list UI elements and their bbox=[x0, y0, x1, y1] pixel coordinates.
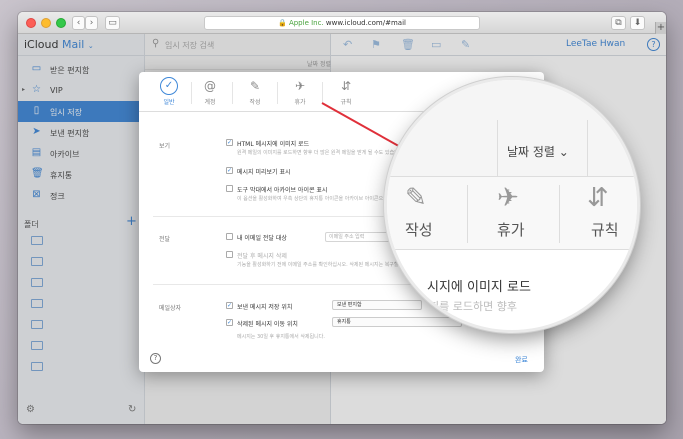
compose-icon: ✎ bbox=[405, 183, 427, 213]
at-icon: @ bbox=[204, 79, 216, 93]
tab-label: 규칙 bbox=[340, 99, 352, 106]
move-deleted-label: 삭제된 메시지 이동 위치 bbox=[237, 321, 298, 328]
tab-label: 작성 bbox=[249, 99, 261, 106]
magnified-hint-text: 지를 로드하면 향후 bbox=[429, 300, 517, 313]
forwarding-section-label: 전달 bbox=[159, 236, 171, 243]
tab-divider bbox=[232, 82, 233, 104]
tab-divider bbox=[277, 82, 278, 104]
done-button[interactable]: 완료 bbox=[515, 355, 528, 365]
magnified-sort-area: 날짜 정렬 ⌄ bbox=[387, 80, 637, 177]
share-icon[interactable]: ⧉ bbox=[611, 16, 626, 30]
archive-icon-checkbox[interactable] bbox=[226, 185, 233, 192]
zoom-window-button[interactable] bbox=[56, 18, 66, 28]
magnified-tab-rules: 규칙 bbox=[591, 221, 619, 239]
magnified-option-text: 시지에 이미지 로드 bbox=[427, 280, 531, 295]
archive-icon-hint: 이 옵션을 활성화하여 우측 상단의 휴지통 아이콘을 아카이브 아이콘으로 바… bbox=[237, 196, 410, 202]
tab-composing[interactable]: ✎ 작성 bbox=[235, 77, 275, 109]
divider bbox=[587, 120, 588, 177]
lock-icon: 🔒 bbox=[278, 19, 287, 27]
divider bbox=[497, 120, 498, 177]
rules-icon: ⇵ bbox=[587, 183, 609, 213]
magnified-tab-vacation: 휴가 bbox=[497, 221, 525, 239]
load-images-hint: 원격 메일의 이미지를 로드하면 향후 더 많은 원격 메일을 받게 될 수도 … bbox=[237, 150, 405, 156]
mailbox-section-label: 메일상자 bbox=[159, 305, 182, 312]
tab-accounts[interactable]: @ 계정 bbox=[190, 77, 230, 109]
delete-after-forward-checkbox[interactable] bbox=[226, 251, 233, 258]
minimize-window-button[interactable] bbox=[41, 18, 51, 28]
load-images-checkbox[interactable]: ✓ bbox=[226, 139, 233, 146]
address-bar[interactable]: 🔒 Apple Inc. www.icloud.com/#mail bbox=[204, 16, 480, 30]
move-deleted-select[interactable]: 휴지통 bbox=[332, 317, 462, 327]
tab-general[interactable]: ✓ 일반 bbox=[149, 77, 189, 109]
tab-label: 계정 bbox=[204, 99, 216, 106]
tab-label: 일반 bbox=[163, 99, 175, 106]
forward-label: 내 이메일 전달 대상 bbox=[237, 235, 287, 242]
delete-after-forward-hint: 기능을 활성화하기 전에 이메일 주소를 확인하십시오. 삭제된 메시지는 복구… bbox=[237, 262, 427, 268]
compose-icon: ✎ bbox=[249, 79, 261, 93]
magnified-sort-label: 날짜 정렬 ⌄ bbox=[507, 145, 569, 159]
help-icon[interactable]: ? bbox=[150, 353, 161, 364]
viewing-section-label: 보기 bbox=[159, 143, 171, 150]
tab-rules[interactable]: ⇵ 규칙 bbox=[326, 77, 366, 109]
mailbox-hint: 메시지는 30일 후 휴지통에서 삭제됩니다. bbox=[237, 334, 325, 340]
forward-button[interactable]: › bbox=[85, 16, 98, 30]
save-sent-checkbox[interactable]: ✓ bbox=[226, 302, 233, 309]
url-organization: Apple Inc. bbox=[288, 19, 324, 27]
tab-divider bbox=[322, 82, 323, 104]
show-preview-label: 메시지 미리보기 표시 bbox=[237, 169, 291, 176]
tab-label: 휴가 bbox=[294, 99, 306, 106]
archive-icon-label: 도구 막대에서 아카이브 아이콘 표시 bbox=[237, 187, 328, 194]
close-window-button[interactable] bbox=[26, 18, 36, 28]
magnifier-callout: 날짜 정렬 ⌄ ✎ 작성 ✈ 휴가 ⇵ 규칙 시지에 이미지 로드 지를 로드하… bbox=[387, 80, 637, 330]
divider bbox=[559, 185, 560, 243]
magnified-tab-compose: 작성 bbox=[405, 221, 433, 239]
sidebar-toggle-button[interactable]: ▭ bbox=[105, 16, 120, 30]
plane-icon: ✈ bbox=[497, 183, 519, 213]
rules-icon: ⇵ bbox=[340, 79, 352, 93]
tab-vacation[interactable]: ✈ 휴가 bbox=[280, 77, 320, 109]
move-deleted-checkbox[interactable]: ✓ bbox=[226, 319, 233, 326]
browser-titlebar: ‹ › ▭ 🔒 Apple Inc. www.icloud.com/#mail … bbox=[18, 12, 666, 34]
divider bbox=[467, 185, 468, 243]
check-icon: ✓ bbox=[160, 77, 178, 95]
new-tab-button[interactable]: + bbox=[655, 22, 666, 34]
show-preview-checkbox[interactable]: ✓ bbox=[226, 167, 233, 174]
back-button[interactable]: ‹ bbox=[72, 16, 85, 30]
plane-icon: ✈ bbox=[294, 79, 306, 93]
magnified-tabbar: ✎ 작성 ✈ 휴가 ⇵ 규칙 bbox=[387, 177, 637, 250]
url-text: www.icloud.com/#mail bbox=[325, 19, 406, 27]
download-icon[interactable]: ⬇ bbox=[630, 16, 645, 30]
forward-checkbox[interactable] bbox=[226, 233, 233, 240]
load-images-label: HTML 메시지에 이미지 로드 bbox=[237, 141, 310, 148]
save-sent-label: 보낸 메시지 저장 위치 bbox=[237, 304, 293, 311]
save-sent-select[interactable]: 보낸 편지함 bbox=[332, 300, 422, 310]
delete-after-forward-label: 전달 후 메시지 삭제 bbox=[237, 253, 287, 260]
